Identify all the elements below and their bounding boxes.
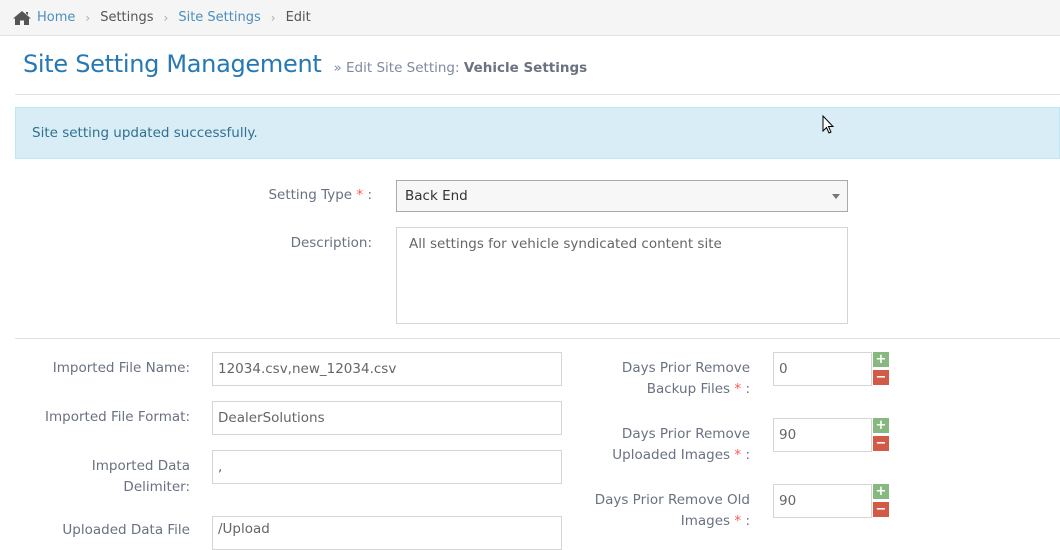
chevron-right-icon: ›: [270, 10, 276, 25]
increment-button[interactable]: +: [873, 352, 889, 367]
imported-file-format-label: Imported File Format:: [45, 409, 190, 425]
breadcrumb-site-settings[interactable]: Site Settings: [178, 10, 260, 25]
imported-file-format-input[interactable]: DealerSolutions: [212, 401, 562, 435]
old-images-label: Days Prior Remove Old Images * :: [594, 492, 750, 529]
setting-type-label: Setting Type * :: [268, 187, 372, 203]
mouse-cursor-icon: [822, 115, 835, 134]
old-images-input[interactable]: 90: [773, 484, 872, 518]
imported-data-delimiter-input[interactable]: ,: [212, 450, 562, 484]
breadcrumb-settings: Settings: [100, 10, 154, 25]
backup-files-label: Days Prior Remove Backup Files * :: [621, 360, 750, 397]
increment-button[interactable]: +: [873, 418, 889, 433]
decrement-button[interactable]: −: [873, 502, 889, 517]
page-title: Site Setting Management: [23, 50, 322, 78]
page-subtitle: » Edit Site Setting: Vehicle Settings: [333, 60, 587, 76]
breadcrumb: Home › Settings › Site Settings › Edit: [0, 0, 1060, 36]
success-alert: Site setting updated successfully.: [15, 107, 1060, 159]
uploaded-images-input[interactable]: 90: [773, 418, 872, 452]
imported-file-name-input[interactable]: 12034.csv,new_12034.csv: [212, 352, 562, 386]
description-textarea[interactable]: All settings for vehicle syndicated cont…: [396, 227, 848, 324]
breadcrumb-home[interactable]: Home: [37, 10, 75, 25]
divider: [15, 94, 1060, 95]
subtitle-prefix: » Edit Site Setting:: [333, 60, 460, 76]
decrement-button[interactable]: −: [873, 370, 889, 385]
uploaded-data-file-input[interactable]: /Upload: [212, 516, 562, 550]
description-label: Description:: [290, 235, 372, 251]
setting-type-select[interactable]: Back End: [396, 180, 848, 212]
chevron-down-icon: [832, 194, 840, 199]
home-icon[interactable]: [13, 10, 31, 25]
backup-files-input[interactable]: 0: [773, 352, 872, 386]
increment-button[interactable]: +: [873, 484, 889, 499]
uploaded-data-file-label: Uploaded Data File: [62, 522, 190, 538]
uploaded-images-label: Days Prior Remove Uploaded Images * :: [612, 426, 750, 463]
breadcrumb-edit: Edit: [285, 10, 311, 25]
alert-message: Site setting updated successfully.: [32, 125, 258, 141]
decrement-button[interactable]: −: [873, 436, 889, 451]
setting-type-value: Back End: [405, 188, 468, 204]
page-header: Site Setting Management » Edit Site Sett…: [23, 50, 587, 78]
chevron-right-icon: ›: [163, 10, 169, 25]
imported-data-delimiter-label: Imported Data Delimiter:: [91, 458, 190, 495]
divider: [15, 338, 1060, 339]
imported-file-name-label: Imported File Name:: [52, 360, 190, 376]
setting-name: Vehicle Settings: [463, 60, 588, 76]
chevron-right-icon: ›: [85, 10, 91, 25]
